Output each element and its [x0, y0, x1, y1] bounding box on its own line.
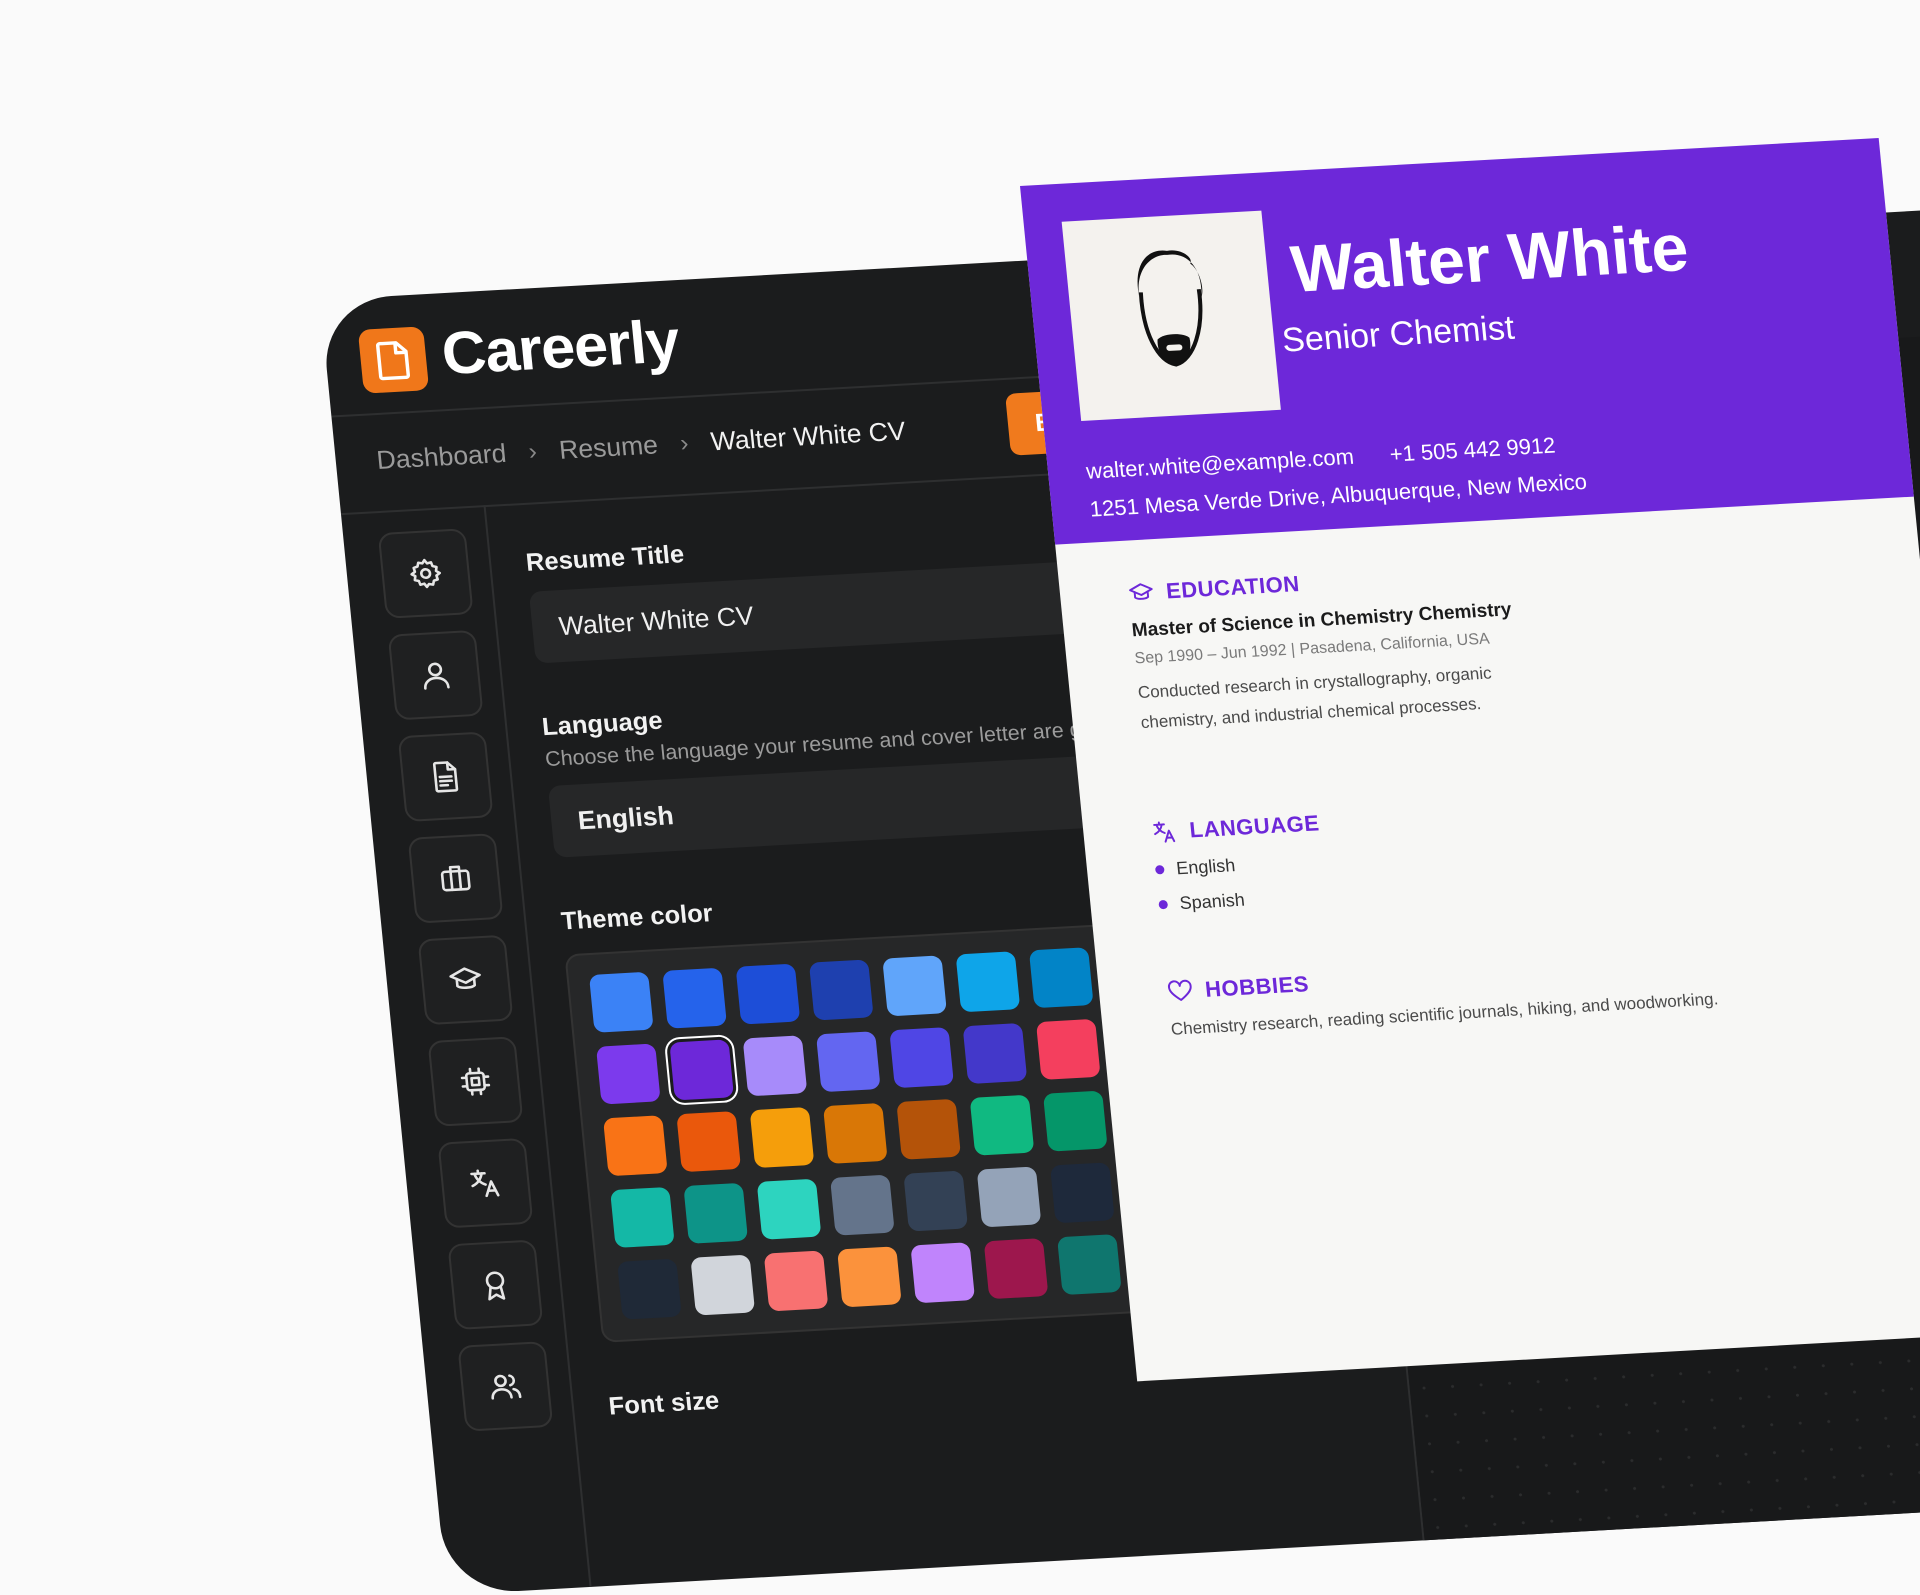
color-swatch[interactable]	[756, 1178, 822, 1240]
language-item: Spanish	[1178, 889, 1246, 914]
sidebar-item-personal[interactable]	[387, 629, 484, 721]
color-swatch[interactable]	[617, 1258, 682, 1320]
color-swatch[interactable]	[683, 1182, 749, 1244]
color-swatch[interactable]	[837, 1246, 902, 1308]
resume-title-value: Walter White CV	[557, 599, 755, 641]
avatar-icon	[1137, 250, 1203, 367]
language-item: English	[1175, 855, 1237, 879]
color-swatch[interactable]	[1035, 1018, 1101, 1080]
resume-job-title: Senior Chemist	[1280, 308, 1517, 360]
breadcrumb-resume[interactable]: Resume	[558, 429, 660, 465]
color-swatch[interactable]	[976, 1166, 1042, 1228]
sidebar-item-education[interactable]	[417, 934, 514, 1026]
graduation-cap-icon	[1129, 583, 1153, 600]
award-icon	[485, 1271, 506, 1301]
document-icon	[432, 761, 459, 793]
hobbies-section: HOBBIES Chemistry research, reading scie…	[1166, 940, 1871, 1045]
education-heading: EDUCATION	[1164, 571, 1301, 604]
translate-icon	[1153, 821, 1176, 843]
color-swatch[interactable]	[1028, 947, 1094, 1009]
color-swatch[interactable]	[955, 951, 1021, 1013]
color-swatch[interactable]	[910, 1242, 976, 1304]
sidebar-item-settings[interactable]	[377, 528, 474, 619]
profile-photo	[1061, 210, 1281, 421]
color-swatch[interactable]	[763, 1250, 829, 1312]
color-swatch[interactable]	[610, 1186, 675, 1248]
sidebar-item-skills[interactable]	[427, 1036, 524, 1127]
chip-icon	[460, 1067, 491, 1096]
color-swatch[interactable]	[815, 1031, 881, 1093]
briefcase-icon	[440, 865, 471, 892]
sidebar-item-experience[interactable]	[407, 833, 504, 924]
resume-preview: Walter White Senior Chemist walter.white…	[1020, 137, 1920, 1382]
color-swatch[interactable]	[676, 1111, 742, 1173]
sidebar-item-references[interactable]	[457, 1341, 554, 1432]
breadcrumb-current: Walter White CV	[709, 415, 907, 457]
color-swatch[interactable]	[1057, 1234, 1122, 1296]
color-swatch[interactable]	[669, 1039, 735, 1101]
hobbies-heading: HOBBIES	[1203, 971, 1310, 1002]
color-swatch[interactable]	[690, 1254, 756, 1316]
user-icon	[424, 662, 450, 690]
color-swatch[interactable]	[830, 1174, 895, 1236]
sidebar-item-languages[interactable]	[437, 1137, 534, 1229]
color-swatch[interactable]	[896, 1098, 962, 1160]
resume-contact: walter.white@example.com +1 505 442 9912 …	[1084, 425, 1588, 528]
language-heading: LANGUAGE	[1188, 810, 1321, 843]
color-swatch[interactable]	[588, 971, 654, 1033]
color-swatch[interactable]	[595, 1043, 661, 1105]
language-section: LANGUAGE English Spanish	[1150, 781, 1860, 930]
sidebar	[377, 528, 555, 1447]
color-swatch[interactable]	[749, 1106, 815, 1169]
users-icon	[491, 1374, 522, 1400]
breadcrumb: Dashboard › Resume › Walter White CV	[375, 416, 907, 476]
sidebar-item-certifications[interactable]	[447, 1239, 544, 1331]
heart-icon	[1168, 979, 1192, 1001]
color-swatch[interactable]	[742, 1035, 808, 1097]
language-select-value: English	[576, 799, 675, 835]
education-section: EDUCATION Master of Science in Chemistry…	[1127, 542, 1841, 738]
color-swatch[interactable]	[962, 1022, 1028, 1085]
app-name: Careerly	[438, 307, 682, 388]
bullet-icon	[1154, 865, 1165, 875]
resume-header: Walter White Senior Chemist walter.white…	[1020, 137, 1914, 545]
app-logo[interactable]	[357, 326, 430, 394]
color-swatch[interactable]	[1042, 1090, 1108, 1152]
settings-icon	[410, 558, 441, 589]
color-swatch[interactable]	[808, 959, 874, 1021]
resume-name: Walter White	[1287, 209, 1692, 306]
graduation-cap-icon	[449, 967, 481, 989]
color-swatch[interactable]	[983, 1238, 1049, 1300]
translate-icon	[470, 1169, 500, 1198]
document-icon	[376, 341, 411, 381]
bullet-icon	[1158, 899, 1169, 910]
color-swatch[interactable]	[903, 1170, 969, 1232]
sidebar-item-summary[interactable]	[397, 731, 494, 823]
chevron-right-icon: ›	[678, 429, 690, 457]
color-swatch[interactable]	[1049, 1162, 1115, 1224]
color-swatch[interactable]	[822, 1102, 888, 1164]
color-swatch[interactable]	[662, 967, 727, 1029]
chevron-right-icon: ›	[527, 437, 539, 466]
color-swatch[interactable]	[889, 1027, 955, 1089]
color-swatch[interactable]	[882, 955, 947, 1017]
color-swatch[interactable]	[735, 963, 801, 1025]
breadcrumb-dashboard[interactable]: Dashboard	[375, 438, 508, 476]
color-swatch[interactable]	[603, 1115, 668, 1177]
education-description: Conducted research in crystallography, o…	[1137, 663, 1493, 733]
resume-phone: +1 505 442 9912	[1388, 432, 1557, 467]
color-swatch[interactable]	[969, 1094, 1035, 1156]
